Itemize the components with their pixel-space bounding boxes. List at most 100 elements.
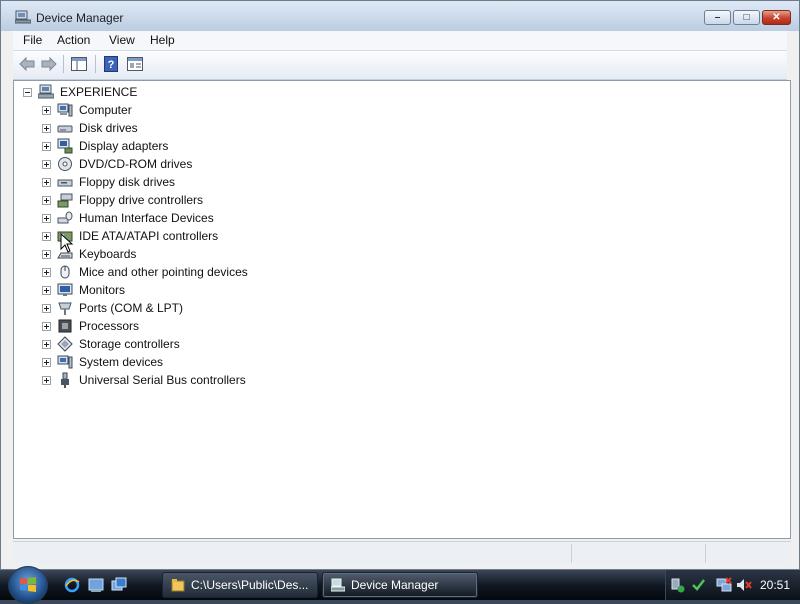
tree-item-label: Monitors — [79, 283, 126, 297]
show-hide-console-tree-button[interactable] — [69, 55, 89, 73]
disk-drive-icon — [57, 125, 73, 133]
tree-item-label: Disk drives — [79, 121, 138, 135]
toolbar: ? — [13, 51, 787, 80]
system-tray: 20:51 — [665, 570, 800, 600]
tree-item-system-devices[interactable]: System devices — [42, 353, 163, 371]
tree-item-label: Processors — [79, 319, 140, 333]
network-icon[interactable] — [716, 577, 732, 593]
expand-toggle[interactable] — [42, 123, 51, 133]
menu-file[interactable]: File — [23, 33, 42, 47]
internet-explorer-icon[interactable] — [64, 577, 80, 593]
folder-icon — [171, 579, 185, 592]
device-manager-app-icon — [15, 10, 31, 24]
tree-item-label: Keyboards — [79, 247, 137, 261]
taskbar-button-label: Device Manager — [351, 578, 439, 592]
clock[interactable]: 20:51 — [760, 578, 790, 592]
tree-item-dvd-cd-rom-drives[interactable]: DVD/CD-ROM drives — [42, 155, 192, 173]
volume-muted-icon[interactable] — [736, 577, 752, 593]
expand-toggle[interactable] — [42, 249, 51, 259]
forward-button[interactable] — [39, 55, 59, 73]
expand-toggle[interactable] — [42, 141, 51, 151]
system-devices-icon — [57, 355, 73, 369]
title-bar[interactable]: Device Manager – □ ✕ — [1, 1, 799, 31]
close-icon: ✕ — [772, 12, 781, 23]
expand-toggle[interactable] — [42, 375, 51, 385]
expand-toggle[interactable] — [42, 357, 51, 367]
tree-item-label: Universal Serial Bus controllers — [79, 373, 246, 387]
expand-toggle[interactable] — [42, 339, 51, 349]
tree-item-disk-drives[interactable]: Disk drives — [42, 119, 138, 137]
expand-toggle[interactable] — [42, 231, 51, 241]
toolbar-separator — [95, 55, 96, 73]
help-icon: ? — [104, 56, 118, 72]
tree-item-label: Human Interface Devices — [79, 211, 214, 225]
taskbar-button-explorer[interactable]: C:\Users\Public\Des... — [162, 572, 318, 598]
show-desktop-icon[interactable] — [88, 577, 104, 593]
tree-item-processors[interactable]: Processors — [42, 317, 139, 335]
computer-root-icon — [38, 84, 54, 99]
windows-logo-icon — [20, 577, 36, 592]
help-button[interactable]: ? — [101, 55, 121, 73]
tree-root-label: EXPERIENCE — [60, 85, 138, 99]
tree-item-floppy-disk-drives[interactable]: Floppy disk drives — [42, 173, 175, 191]
tree-item-label: Storage controllers — [79, 337, 180, 351]
expand-toggle[interactable] — [42, 177, 51, 187]
tree-item-label: System devices — [79, 355, 164, 369]
minimize-button[interactable]: – — [704, 10, 731, 25]
tree-item-keyboards[interactable]: Keyboards — [42, 245, 136, 263]
device-tree-panel[interactable]: EXPERIENCE Computer Disk drives Display … — [13, 80, 791, 539]
storage-controller-icon — [57, 336, 73, 352]
expand-toggle[interactable] — [42, 285, 51, 295]
back-button[interactable] — [17, 55, 37, 73]
expand-toggle[interactable] — [42, 159, 51, 169]
tree-root[interactable]: EXPERIENCE — [23, 83, 137, 101]
tree-item-label: Floppy drive controllers — [79, 193, 204, 207]
processor-icon — [58, 319, 72, 333]
tree-item-storage-controllers[interactable]: Storage controllers — [42, 335, 180, 353]
switch-windows-icon[interactable] — [111, 577, 127, 593]
tree-item-monitors[interactable]: Monitors — [42, 281, 125, 299]
taskbar-button-device-manager[interactable]: Device Manager — [322, 572, 478, 598]
start-button[interactable] — [8, 566, 48, 604]
minimize-icon: – — [714, 12, 721, 23]
expand-toggle[interactable] — [42, 105, 51, 115]
taskbar: C:\Users\Public\Des... Device Manager 20… — [0, 566, 800, 604]
menu-action[interactable]: Action — [57, 33, 90, 47]
security-check-icon[interactable] — [690, 577, 706, 593]
maximize-icon: □ — [743, 12, 750, 23]
tree-item-computer[interactable]: Computer — [42, 101, 132, 119]
menu-view[interactable]: View — [109, 33, 135, 47]
menu-help[interactable]: Help — [150, 33, 175, 47]
window-title: Device Manager — [36, 11, 124, 25]
tree-item-universal-serial-bus-controllers[interactable]: Universal Serial Bus controllers — [42, 371, 246, 389]
back-arrow-icon — [19, 57, 35, 71]
expand-toggle[interactable] — [42, 195, 51, 205]
mouse-cursor-icon — [60, 233, 74, 253]
tree-item-label: DVD/CD-ROM drives — [79, 157, 193, 171]
floppy-drive-icon — [57, 179, 73, 187]
expand-toggle[interactable] — [42, 213, 51, 223]
properties-button[interactable] — [125, 55, 145, 73]
expand-toggle[interactable] — [42, 321, 51, 331]
tree-item-floppy-drive-controllers[interactable]: Floppy drive controllers — [42, 191, 203, 209]
status-divider — [571, 544, 572, 563]
maximize-button[interactable]: □ — [733, 10, 760, 25]
remove-hardware-icon[interactable] — [670, 577, 686, 593]
expand-toggle[interactable] — [42, 267, 51, 277]
taskbar-button-label: C:\Users\Public\Des... — [191, 578, 309, 592]
floppy-controller-icon — [57, 193, 73, 208]
close-button[interactable]: ✕ — [762, 10, 791, 25]
tree-item-label: Ports (COM & LPT) — [79, 301, 184, 315]
tree-item-display-adapters[interactable]: Display adapters — [42, 137, 168, 155]
tree-item-label: Floppy disk drives — [79, 175, 176, 189]
tree-item-mice-and-other-pointing-devices[interactable]: Mice and other pointing devices — [42, 263, 248, 281]
device-manager-window: Device Manager – □ ✕ File Action View He… — [0, 0, 800, 570]
collapse-toggle[interactable] — [23, 87, 32, 97]
tree-item-human-interface-devices[interactable]: Human Interface Devices — [42, 209, 214, 227]
status-bar — [13, 541, 791, 565]
hid-icon — [57, 211, 73, 224]
dvd-drive-icon — [58, 157, 72, 171]
expand-toggle[interactable] — [42, 303, 51, 313]
tree-item-ports-com-lpt[interactable]: Ports (COM & LPT) — [42, 299, 183, 317]
monitor-icon — [57, 283, 73, 296]
